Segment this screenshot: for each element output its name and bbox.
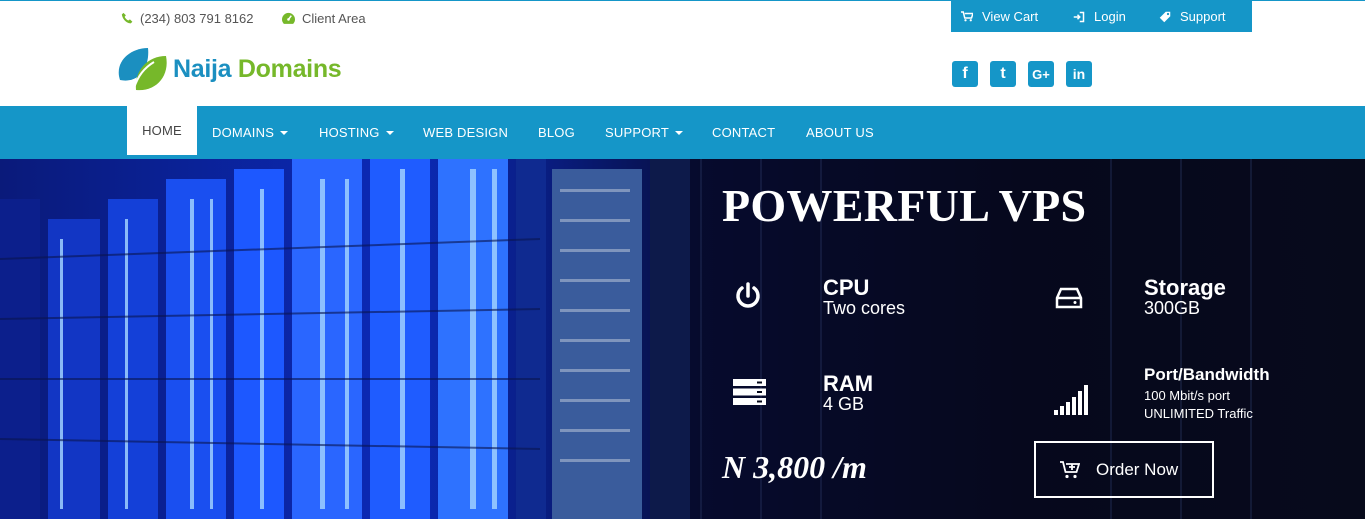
nav-contact-label: CONTACT: [712, 125, 776, 140]
utility-bar: View Cart Login Support: [951, 1, 1252, 32]
phone-icon: [121, 12, 133, 24]
logo-text-naija: Naija: [173, 54, 232, 83]
nav-support[interactable]: SUPPORT: [605, 106, 684, 159]
price-label: N 3,800 /m: [722, 449, 867, 485]
support-link[interactable]: Support: [1159, 9, 1249, 24]
nav-domains[interactable]: DOMAINS: [212, 106, 289, 159]
storage-value: 300GB: [1144, 298, 1201, 318]
ram-value: 4 GB: [823, 394, 865, 414]
client-area-link[interactable]: Client Area: [281, 11, 366, 26]
nav-hosting-label: HOSTING: [319, 125, 380, 140]
main-nav: HOME DOMAINS HOSTING WEB DESIGN BLOG SUP…: [0, 106, 1365, 159]
order-now-label: Order Now: [1096, 459, 1179, 479]
client-area-label: Client Area: [302, 11, 366, 26]
nav-support-label: SUPPORT: [605, 125, 670, 140]
site-logo[interactable]: Naija Domains: [114, 44, 342, 94]
login-label: Login: [1094, 9, 1126, 24]
add-to-cart-icon: [1060, 460, 1080, 478]
login-icon: [1073, 11, 1085, 22]
social-links: f t G+ in: [952, 61, 1092, 87]
twitter-icon[interactable]: t: [990, 61, 1016, 87]
hero-banner: POWERFUL VPS CPU Two cores Storage 300GB…: [0, 159, 1365, 519]
signal-icon: [1054, 385, 1088, 415]
nav-about-us-label: ABOUT US: [806, 125, 874, 140]
view-cart-label: View Cart: [982, 9, 1039, 24]
nav-blog[interactable]: BLOG: [538, 106, 575, 159]
order-now-button[interactable]: Order Now: [1034, 441, 1214, 498]
nav-web-design-label: WEB DESIGN: [423, 125, 509, 140]
nav-contact[interactable]: CONTACT: [712, 106, 775, 159]
dashboard-icon: [282, 12, 295, 24]
chevron-down-icon: [280, 131, 289, 135]
facebook-icon[interactable]: f: [952, 61, 978, 87]
nav-domains-label: DOMAINS: [212, 125, 275, 140]
nav-home-label: HOME: [142, 123, 182, 138]
nav-hosting[interactable]: HOSTING: [319, 106, 394, 159]
bandwidth-title: Port/Bandwidth: [1144, 365, 1270, 384]
server-icon: [733, 379, 766, 405]
top-bar: (234) 803 791 8162 Client Area View Cart…: [0, 0, 1365, 38]
linkedin-icon[interactable]: in: [1066, 61, 1092, 87]
logo-text: Naija Domains: [173, 54, 342, 84]
nav-home[interactable]: HOME: [127, 106, 197, 159]
phone-number: (234) 803 791 8162: [140, 11, 254, 26]
power-icon: [736, 282, 760, 308]
bandwidth-traffic: UNLIMITED Traffic: [1144, 406, 1253, 421]
chevron-down-icon: [385, 131, 394, 135]
logo-text-domains: Domains: [237, 54, 342, 83]
view-cart-link[interactable]: View Cart: [961, 9, 1073, 24]
nav-web-design[interactable]: WEB DESIGN: [423, 106, 508, 159]
google-plus-icon[interactable]: G+: [1028, 61, 1054, 87]
nav-blog-label: BLOG: [538, 125, 575, 140]
cpu-value: Two cores: [823, 298, 906, 318]
leaf-logo-icon: [118, 48, 167, 91]
hard-drive-icon: [1055, 287, 1083, 309]
bandwidth-port: 100 Mbit/s port: [1144, 388, 1230, 403]
tag-icon: [1159, 11, 1171, 22]
chevron-down-icon: [675, 131, 684, 135]
nav-about-us[interactable]: ABOUT US: [806, 106, 874, 159]
login-link[interactable]: Login: [1073, 9, 1159, 24]
phone-contact[interactable]: (234) 803 791 8162: [121, 11, 253, 26]
cart-icon: [961, 11, 973, 22]
support-label: Support: [1180, 9, 1226, 24]
hero-title: POWERFUL VPS: [722, 180, 1087, 231]
